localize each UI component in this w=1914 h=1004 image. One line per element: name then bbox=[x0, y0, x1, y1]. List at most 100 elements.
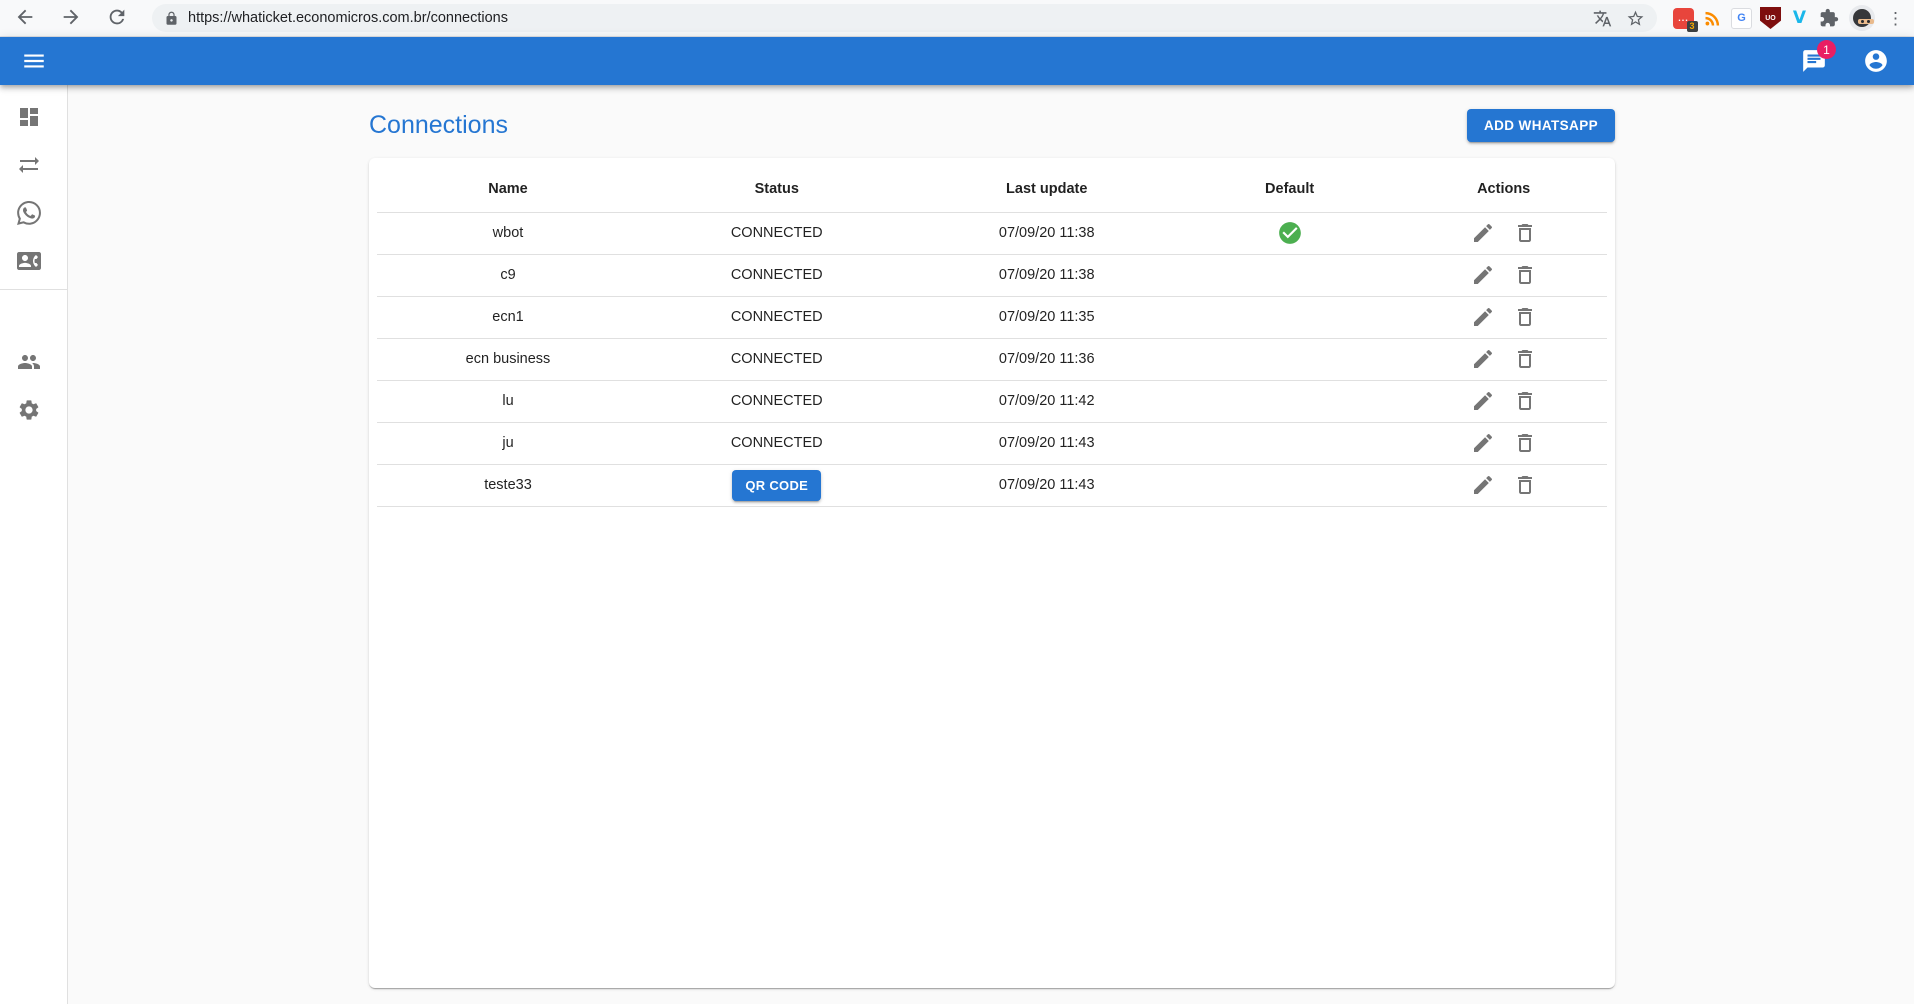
vimeo-extension-icon[interactable]: V bbox=[1789, 8, 1810, 29]
ublock-extension-icon[interactable]: UO bbox=[1760, 7, 1781, 29]
connections-table-body: wbot CONNECTED 07/09/20 11:38 c9 CONNECT… bbox=[377, 212, 1607, 506]
cell-actions bbox=[1400, 464, 1607, 506]
qr-code-button[interactable]: QR CODE bbox=[732, 470, 821, 501]
cell-status: CONNECTED bbox=[639, 296, 915, 338]
sidebar-item-connections[interactable] bbox=[0, 141, 67, 189]
users-icon bbox=[17, 350, 41, 374]
delete-button[interactable] bbox=[1509, 343, 1541, 375]
cell-name: wbot bbox=[377, 212, 639, 254]
table-row: ecn1 CONNECTED 07/09/20 11:35 bbox=[377, 296, 1607, 338]
puzzle-extensions-icon[interactable] bbox=[1818, 8, 1839, 29]
browser-menu-icon[interactable]: ⋮ bbox=[1887, 10, 1904, 27]
translate-page-icon[interactable] bbox=[1593, 9, 1612, 28]
refresh-icon[interactable] bbox=[106, 6, 130, 30]
rss-extension-icon[interactable] bbox=[1702, 8, 1723, 29]
cell-actions bbox=[1400, 212, 1607, 254]
delete-button[interactable] bbox=[1509, 259, 1541, 291]
edit-button[interactable] bbox=[1467, 427, 1499, 459]
header-last-update: Last update bbox=[915, 166, 1179, 212]
translate-extension-icon[interactable]: G bbox=[1731, 8, 1752, 29]
edit-button[interactable] bbox=[1467, 385, 1499, 417]
cell-status: CONNECTED bbox=[639, 338, 915, 380]
sidebar bbox=[0, 85, 68, 1004]
edit-button[interactable] bbox=[1467, 259, 1499, 291]
cell-last-update: 07/09/20 11:43 bbox=[915, 464, 1179, 506]
cell-status: CONNECTED bbox=[639, 212, 915, 254]
dashboard-icon bbox=[17, 105, 41, 129]
vimeo-label: V bbox=[1793, 8, 1806, 28]
cell-last-update: 07/09/20 11:36 bbox=[915, 338, 1179, 380]
connections-sync-icon bbox=[17, 153, 41, 177]
app-bar: 1 bbox=[0, 37, 1914, 85]
contact-phone-icon bbox=[17, 249, 41, 273]
edit-pencil-icon bbox=[1471, 347, 1495, 371]
notification-badge: 1 bbox=[1817, 40, 1836, 59]
delete-button[interactable] bbox=[1509, 385, 1541, 417]
forward-icon[interactable] bbox=[60, 6, 84, 30]
account-circle-icon[interactable] bbox=[1852, 37, 1900, 85]
trash-icon bbox=[1513, 263, 1537, 287]
url-text[interactable]: https://whaticket.economicros.com.br/con… bbox=[188, 10, 1579, 26]
edit-button[interactable] bbox=[1467, 301, 1499, 333]
cell-default bbox=[1179, 338, 1400, 380]
cell-default bbox=[1179, 464, 1400, 506]
add-whatsapp-button[interactable]: ADD WHATSAPP bbox=[1467, 109, 1615, 142]
table-row: ecn business CONNECTED 07/09/20 11:36 bbox=[377, 338, 1607, 380]
delete-button[interactable] bbox=[1509, 301, 1541, 333]
edit-button[interactable] bbox=[1467, 469, 1499, 501]
edit-button[interactable] bbox=[1467, 217, 1499, 249]
table-row: lu CONNECTED 07/09/20 11:42 bbox=[377, 380, 1607, 422]
cell-last-update: 07/09/20 11:42 bbox=[915, 380, 1179, 422]
sidebar-item-tickets[interactable] bbox=[0, 189, 67, 237]
back-icon[interactable] bbox=[14, 6, 38, 30]
cell-status: CONNECTED bbox=[639, 254, 915, 296]
translate-extension-label: G bbox=[1737, 12, 1746, 24]
cell-last-update: 07/09/20 11:38 bbox=[915, 212, 1179, 254]
edit-button[interactable] bbox=[1467, 343, 1499, 375]
cell-name: ju bbox=[377, 422, 639, 464]
extensions-area: ... 3 G UO V ⋮ bbox=[1669, 5, 1904, 31]
header-actions: Actions bbox=[1400, 166, 1607, 212]
connections-table: Name Status Last update Default Actions … bbox=[377, 166, 1607, 507]
cell-status: QR CODE bbox=[639, 464, 915, 506]
browser-toolbar: https://whaticket.economicros.com.br/con… bbox=[0, 0, 1914, 37]
delete-button[interactable] bbox=[1509, 427, 1541, 459]
status-text: CONNECTED bbox=[731, 351, 823, 367]
whatsapp-icon bbox=[17, 201, 41, 225]
sidebar-item-users[interactable] bbox=[0, 338, 67, 386]
bookmark-star-icon[interactable] bbox=[1626, 9, 1645, 28]
cell-name: ecn1 bbox=[377, 296, 639, 338]
cell-status: CONNECTED bbox=[639, 380, 915, 422]
lock-icon bbox=[164, 11, 179, 26]
sidebar-item-dashboard[interactable] bbox=[0, 93, 67, 141]
status-text: CONNECTED bbox=[731, 393, 823, 409]
edit-pencil-icon bbox=[1471, 263, 1495, 287]
trash-icon bbox=[1513, 431, 1537, 455]
red-dots-extension-icon[interactable]: ... 3 bbox=[1673, 8, 1694, 29]
cell-actions bbox=[1400, 422, 1607, 464]
notifications-chat-icon[interactable]: 1 bbox=[1790, 37, 1838, 85]
cell-default bbox=[1179, 380, 1400, 422]
sidebar-item-settings[interactable] bbox=[0, 386, 67, 434]
cell-status: CONNECTED bbox=[639, 422, 915, 464]
table-row: c9 CONNECTED 07/09/20 11:38 bbox=[377, 254, 1607, 296]
hamburger-menu-icon[interactable] bbox=[10, 37, 58, 85]
delete-button[interactable] bbox=[1509, 217, 1541, 249]
header-default: Default bbox=[1179, 166, 1400, 212]
address-bar[interactable]: https://whaticket.economicros.com.br/con… bbox=[152, 4, 1657, 32]
cell-actions bbox=[1400, 296, 1607, 338]
cell-default bbox=[1179, 422, 1400, 464]
delete-button[interactable] bbox=[1509, 469, 1541, 501]
cell-name: c9 bbox=[377, 254, 639, 296]
trash-icon bbox=[1513, 389, 1537, 413]
sidebar-item-contacts[interactable] bbox=[0, 237, 67, 285]
cell-last-update: 07/09/20 11:38 bbox=[915, 254, 1179, 296]
settings-gear-icon bbox=[17, 398, 41, 422]
browser-profile-avatar[interactable] bbox=[1849, 5, 1875, 31]
cell-name: lu bbox=[377, 380, 639, 422]
header-status: Status bbox=[639, 166, 915, 212]
edit-pencil-icon bbox=[1471, 431, 1495, 455]
table-row: teste33 QR CODE 07/09/20 11:43 bbox=[377, 464, 1607, 506]
cell-default bbox=[1179, 254, 1400, 296]
status-text: CONNECTED bbox=[731, 267, 823, 283]
